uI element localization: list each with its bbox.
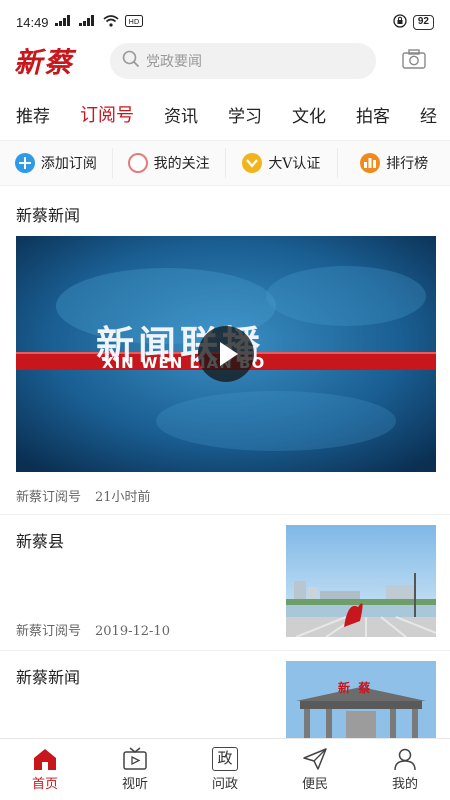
circle-icon — [127, 153, 148, 173]
battery-indicator: 92 — [412, 14, 434, 30]
bottom-nav: 首页 视听 政 问政 便民 我的 — [0, 738, 450, 800]
tab-photographers[interactable]: 拍客 — [356, 102, 390, 127]
feed-item-source: 新蔡订阅号 — [16, 624, 82, 639]
feed-item-time: 2019-12-10 — [95, 624, 170, 639]
thumb-sign-text: 新 蔡 — [338, 681, 371, 695]
divider — [0, 514, 450, 515]
signal-icon-2 — [78, 15, 97, 29]
feed-item-meta: 新蔡订阅号 2019-12-10 — [16, 620, 170, 639]
camera-icon[interactable] — [402, 48, 426, 74]
feed-item-title[interactable]: 新蔡县 — [16, 528, 64, 552]
add-subscription-button[interactable]: 添加订阅 — [0, 141, 112, 185]
bar-chart-icon — [360, 153, 381, 173]
signal-icon — [54, 15, 73, 29]
play-button[interactable] — [198, 326, 254, 382]
feed-item-meta: 新蔡订阅号 21小时前 — [16, 486, 151, 505]
plus-icon — [14, 153, 35, 173]
home-icon — [34, 749, 56, 770]
nav-audiovisual[interactable]: 视听 — [90, 739, 180, 800]
feed-item-title[interactable]: 新蔡新闻 — [16, 202, 80, 226]
svg-text:HD: HD — [128, 18, 139, 26]
my-follows-button[interactable]: 我的关注 — [113, 141, 225, 185]
video-player[interactable]: 新闻联播 XIN WEN LIAN BO — [16, 236, 436, 472]
nav-label: 首页 — [31, 777, 58, 792]
feed-item-source: 新蔡订阅号 — [16, 490, 82, 505]
wifi-icon — [103, 14, 119, 30]
tab-news[interactable]: 资讯 — [164, 102, 198, 127]
search-placeholder: 党政要闻 — [146, 54, 202, 70]
v-badge-icon — [242, 153, 263, 173]
app-header: 新蔡 党政要闻 — [0, 36, 450, 86]
nav-home[interactable]: 首页 — [0, 739, 90, 800]
quick-action-label: 添加订阅 — [40, 156, 97, 172]
status-time: 14:49 — [16, 14, 49, 30]
search-icon — [122, 50, 140, 72]
quick-action-label: 大V认证 — [268, 156, 321, 172]
tab-economy[interactable]: 经 — [420, 102, 437, 127]
nav-label: 问政 — [211, 777, 238, 792]
search-input[interactable]: 党政要闻 — [110, 43, 376, 79]
zheng-icon: 政 — [212, 747, 238, 771]
tab-study[interactable]: 学习 — [228, 102, 262, 127]
feed-item-title[interactable]: 新蔡新闻 — [16, 664, 80, 688]
nav-label: 我的 — [391, 777, 418, 792]
send-icon — [303, 748, 327, 770]
verification-button[interactable]: 大V认证 — [226, 141, 338, 185]
category-tabs: 推荐 订阅号 资讯 学习 文化 拍客 经 — [0, 92, 450, 136]
hd-icon: HD — [124, 14, 143, 30]
nav-services[interactable]: 便民 — [270, 739, 360, 800]
nav-label: 便民 — [301, 777, 328, 792]
nav-inquiry[interactable]: 政 问政 — [180, 739, 270, 800]
quick-action-label: 排行榜 — [386, 156, 429, 172]
tab-culture[interactable]: 文化 — [292, 102, 326, 127]
lock-icon — [393, 13, 407, 31]
person-icon — [394, 748, 416, 771]
feed-item-time: 21小时前 — [95, 490, 151, 505]
leaderboard-button[interactable]: 排行榜 — [338, 141, 450, 185]
nav-mine[interactable]: 我的 — [360, 739, 450, 800]
tab-subscriptions[interactable]: 订阅号 — [80, 101, 134, 127]
tab-recommend[interactable]: 推荐 — [16, 102, 50, 127]
tv-icon — [123, 747, 147, 770]
quick-action-label: 我的关注 — [153, 156, 210, 172]
divider — [0, 650, 450, 651]
feed-item-thumbnail[interactable] — [286, 525, 436, 637]
nav-label: 视听 — [121, 777, 148, 792]
quick-actions-bar: 添加订阅 我的关注 大V认证 排行榜 — [0, 140, 450, 186]
play-icon — [220, 342, 238, 366]
feed-item-thumbnail[interactable]: 新 蔡 — [286, 661, 436, 738]
app-logo: 新蔡 — [14, 46, 75, 79]
